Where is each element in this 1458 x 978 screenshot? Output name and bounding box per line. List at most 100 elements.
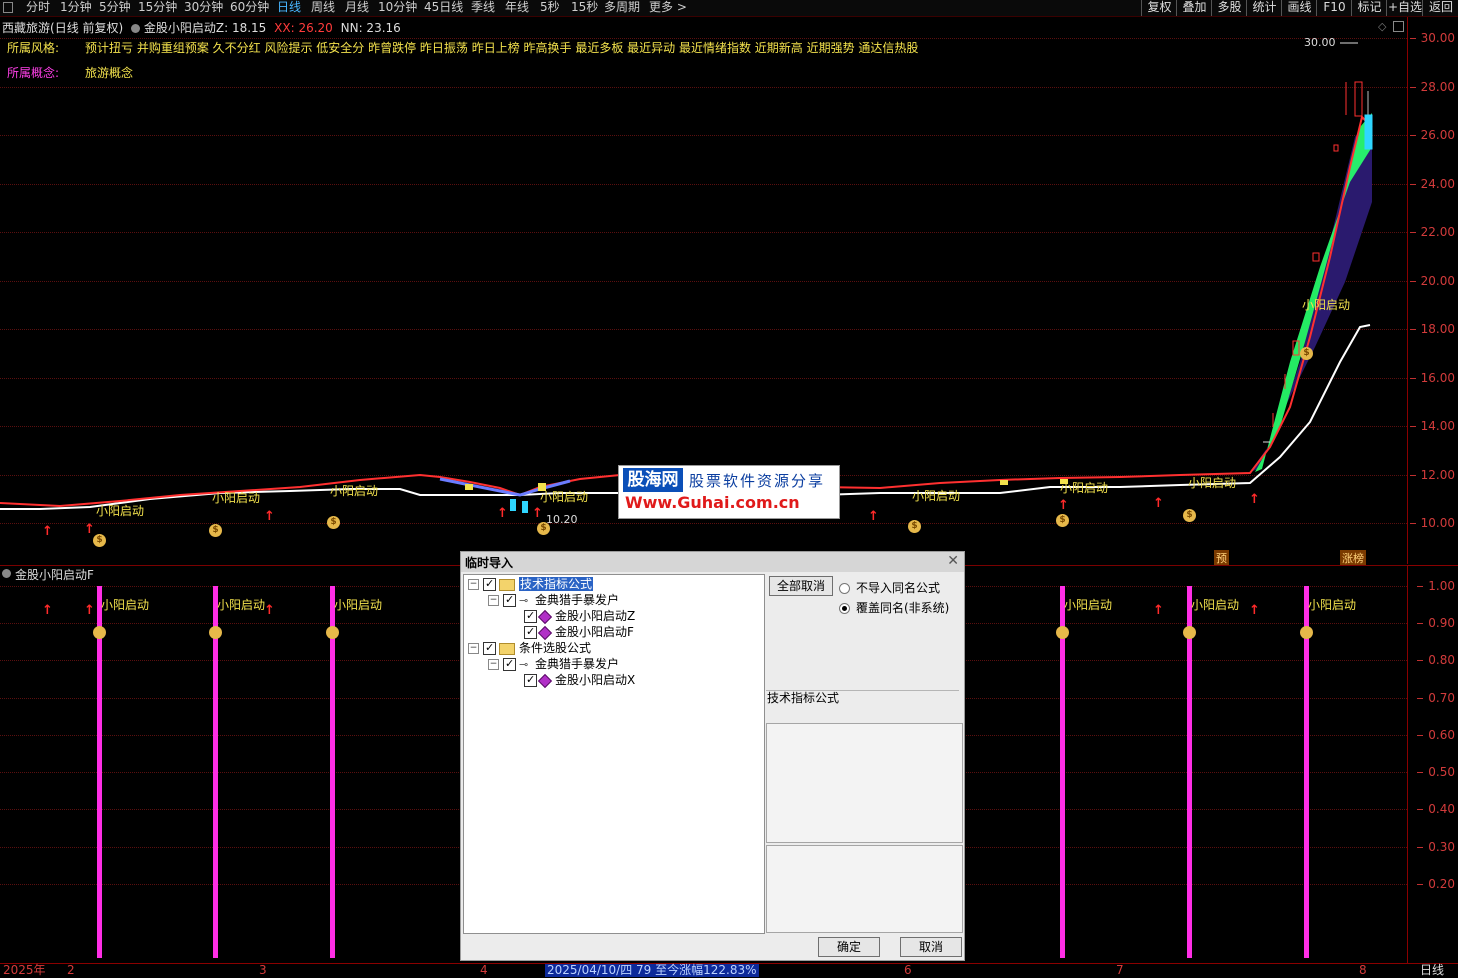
price-tick: 20.00 [1409, 274, 1455, 288]
signal-label: 小阳启动 [96, 504, 145, 518]
period-tab[interactable]: 10分钟 [378, 0, 417, 16]
formula-tree[interactable]: − 技术指标公式 − ⊸ 金典猎手暴发户 金股小阳启动Z 金股小阳启动F − 条件选股公… [463, 574, 765, 934]
price-tick: 16.00 [1409, 371, 1455, 385]
collapse-icon[interactable]: − [488, 595, 499, 606]
checkbox[interactable] [483, 576, 496, 592]
toolbar-button-stats[interactable]: 统计 [1246, 0, 1282, 16]
checkbox[interactable] [483, 640, 496, 656]
checkbox[interactable] [524, 624, 537, 640]
period-tab[interactable]: 30分钟 [184, 0, 223, 16]
signal-label: 小阳启动 [101, 598, 150, 612]
indicator-tick: 0.60 [1417, 728, 1455, 742]
money-bag-icon: $ [327, 516, 340, 529]
period-tab[interactable]: 15分钟 [138, 0, 177, 16]
tree-node[interactable]: − ⊸ 金典猎手暴发户 [488, 592, 619, 608]
coin-icon [1300, 626, 1313, 639]
radio-dot[interactable] [839, 603, 850, 614]
period-tab[interactable]: 5秒 [540, 0, 560, 16]
period-toolbar: 分时 1分钟 5分钟 15分钟 30分钟 60分钟 日线 周线 月线 10分钟 … [0, 0, 1458, 17]
money-bag-icon: $ [537, 522, 550, 535]
period-tab[interactable]: 季线 [471, 0, 495, 16]
tree-node[interactable]: − 条件选股公式 [468, 640, 591, 656]
watermark-url: Www.Guhai.com.cn [625, 493, 800, 512]
checkbox[interactable] [503, 592, 516, 608]
key-icon: ⊸ [519, 657, 529, 671]
cancel-button[interactable]: 取消 [900, 937, 962, 957]
radio-overwrite-same-name[interactable]: 覆盖同名(非系统) [839, 599, 949, 616]
signal-bar [1187, 586, 1192, 958]
signal-label: 小阳启动 [1064, 598, 1113, 612]
tree-node-label: 金股小阳启动X [555, 673, 636, 687]
coin-icon [1183, 626, 1196, 639]
layout-toggle-icon[interactable] [3, 2, 13, 13]
dialog-titlebar[interactable]: 临时导入 ✕ [461, 552, 964, 572]
tree-node[interactable]: − ⊸ 金典猎手暴发户 [488, 656, 619, 672]
dialog-title: 临时导入 [465, 556, 514, 570]
period-tab[interactable]: 60分钟 [230, 0, 269, 16]
indicator-menu-icon[interactable] [2, 569, 11, 578]
buy-arrow-icon: ↑ [1249, 492, 1260, 507]
badge-limit-up: 涨榜 [1340, 550, 1366, 566]
period-tab[interactable]: 年线 [505, 0, 529, 16]
toolbar-button-add-favorite[interactable]: +自选 [1386, 0, 1423, 16]
radio-skip-same-name[interactable]: 不导入同名公式 [839, 579, 940, 596]
ok-button[interactable]: 确定 [818, 937, 880, 957]
checkbox[interactable] [524, 672, 537, 688]
checkbox[interactable] [524, 608, 537, 624]
indicator-tick: 0.50 [1417, 765, 1455, 779]
signal-bar [1304, 586, 1309, 958]
toolbar-button-mark[interactable]: 标记 [1351, 0, 1387, 16]
watermark-site-name: 股海网 [623, 468, 683, 492]
tree-node[interactable]: 金股小阳启动Z [524, 608, 635, 624]
radio-label: 覆盖同名(非系统) [856, 601, 950, 615]
period-tab[interactable]: 周线 [311, 0, 335, 16]
buy-arrow-icon: ↑ [532, 506, 543, 521]
radio-dot[interactable] [839, 583, 850, 594]
signal-label: 小阳启动 [1302, 298, 1351, 312]
period-tab-active[interactable]: 日线 [277, 0, 301, 16]
buy-arrow-icon: ↑ [1153, 603, 1164, 618]
period-tab[interactable]: 分时 [26, 0, 50, 16]
collapse-icon[interactable]: − [468, 579, 479, 590]
toolbar-button-draw[interactable]: 画线 [1281, 0, 1317, 16]
signal-label: 小阳启动 [334, 598, 383, 612]
tree-node[interactable]: 金股小阳启动X [524, 672, 635, 688]
indicator-tick: 0.20 [1417, 877, 1455, 891]
tree-node[interactable]: − 技术指标公式 [468, 576, 594, 592]
period-tab[interactable]: 月线 [345, 0, 369, 16]
toolbar-button-multi[interactable]: 多股 [1211, 0, 1247, 16]
time-label: 7 [1116, 963, 1124, 977]
close-icon[interactable]: ✕ [947, 553, 959, 569]
price-axis: 30.00 28.00 26.00 24.00 22.00 20.00 18.0… [1407, 17, 1458, 564]
toolbar-button-overlay[interactable]: 叠加 [1176, 0, 1212, 16]
period-tab[interactable]: 5分钟 [99, 0, 131, 16]
indicator-tick: 0.80 [1417, 653, 1455, 667]
period-tab[interactable]: 45日线 [424, 0, 463, 16]
toolbar-button-back[interactable]: 返回 [1422, 0, 1458, 16]
checkbox[interactable] [503, 656, 516, 672]
buy-arrow-icon: ↑ [264, 509, 275, 524]
period-tab[interactable]: 15秒 [571, 0, 598, 16]
tree-node[interactable]: 金股小阳启动F [524, 624, 634, 640]
money-bag-icon: $ [908, 520, 921, 533]
buy-arrow-icon: ↑ [1249, 603, 1260, 618]
info-label: 技术指标公式 [767, 691, 840, 705]
cancel-all-button[interactable]: 全部取消 [769, 576, 833, 596]
period-label: 日线 [1420, 963, 1445, 977]
formula-icon [537, 609, 553, 624]
buy-arrow-icon: ↑ [264, 603, 275, 618]
collapse-icon[interactable]: − [468, 643, 479, 654]
toolbar-button-f10[interactable]: F10 [1316, 0, 1352, 16]
info-panel-bottom [766, 845, 963, 933]
signal-bar [1060, 586, 1065, 958]
watermark-slogan: 股票软件资源分享 [689, 472, 826, 490]
collapse-icon[interactable]: − [488, 659, 499, 670]
coin-icon [326, 626, 339, 639]
indicator-tick: 0.40 [1417, 802, 1455, 816]
period-tab[interactable]: 多周期 [604, 0, 640, 16]
period-tab[interactable]: 1分钟 [60, 0, 92, 16]
signal-label: 小阳启动 [1191, 598, 1240, 612]
toolbar-button-fuquan[interactable]: 复权 [1141, 0, 1177, 16]
more-periods-button[interactable]: 更多 > [649, 0, 687, 16]
folder-icon [499, 642, 515, 655]
